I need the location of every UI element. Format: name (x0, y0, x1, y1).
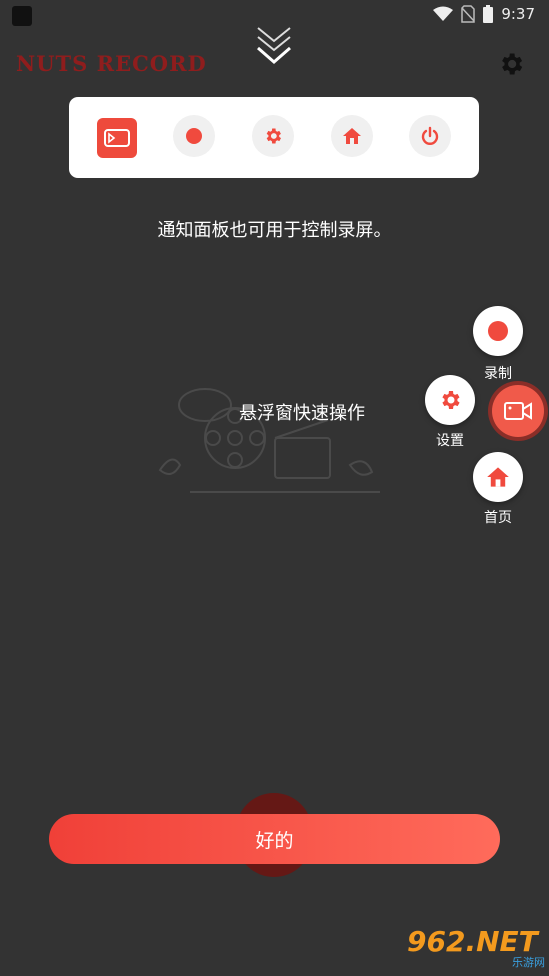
float-home-button[interactable] (473, 452, 523, 502)
float-record-label: 录制 (484, 366, 512, 382)
home-icon (487, 467, 509, 487)
app-logo: NUTS RECORD (16, 51, 207, 76)
panel-power-button[interactable] (409, 115, 451, 157)
wifi-icon (433, 6, 454, 21)
gear-icon (266, 128, 281, 144)
record-dot-icon (186, 128, 202, 144)
ok-button[interactable]: 好的 (49, 814, 500, 864)
video-camera-icon (104, 129, 130, 147)
panel-home-button[interactable] (331, 115, 373, 157)
battery-icon (483, 5, 494, 23)
status-icons: 9:37 (433, 5, 535, 23)
notification-panel (69, 97, 479, 178)
home-icon (343, 128, 361, 144)
gear-icon (442, 391, 460, 409)
power-icon (421, 126, 439, 145)
chevron-down-icon[interactable] (255, 24, 293, 72)
panel-settings-button[interactable] (252, 115, 294, 157)
panel-record-button[interactable] (173, 115, 215, 157)
no-sim-icon (461, 5, 476, 23)
status-time: 9:37 (501, 5, 535, 23)
floating-hint-text: 悬浮窗快速操作 (239, 403, 365, 424)
float-home-label: 首页 (484, 510, 512, 526)
float-main-button[interactable] (492, 385, 544, 437)
watermark: 962.NET 乐游网 (407, 925, 545, 971)
notification-hint-text: 通知面板也可用于控制录屏。 (157, 220, 392, 241)
float-settings-label: 设置 (436, 433, 464, 449)
float-settings-button[interactable] (425, 375, 475, 425)
film-reel-illustration (158, 388, 380, 493)
notification-icon (12, 6, 32, 26)
settings-gear-icon[interactable] (497, 50, 525, 78)
float-record-button[interactable] (473, 306, 523, 356)
video-camera-icon (504, 402, 532, 420)
panel-app-button[interactable] (97, 118, 137, 158)
record-dot-icon (488, 321, 508, 341)
